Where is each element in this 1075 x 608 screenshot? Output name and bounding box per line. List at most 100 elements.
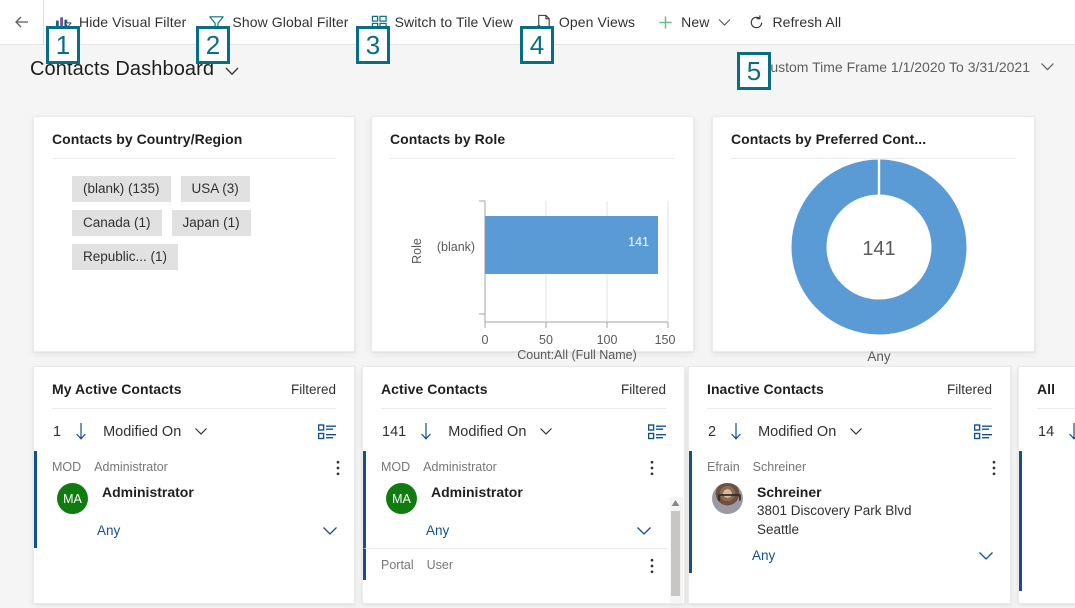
list-scroll-region: MOD Administrator MA Administrator Any P… (363, 451, 668, 580)
chevron-down-icon[interactable] (978, 551, 994, 561)
record-meta-left: MOD (381, 460, 411, 474)
more-options-icon[interactable] (336, 460, 340, 481)
annotation-badge-3: 3 (356, 26, 390, 64)
x-tick-label: 100 (597, 333, 618, 347)
scroll-up-arrow-icon[interactable] (671, 499, 680, 507)
record-footer[interactable]: Any (381, 514, 654, 540)
card-header: My Active Contacts Filtered (34, 367, 354, 397)
list-layout-icon[interactable] (318, 423, 337, 440)
cmd-new[interactable]: New (646, 0, 711, 45)
record-body: MA Administrator (381, 483, 654, 514)
card-header: Active Contacts Filtered (363, 367, 684, 397)
scrollbar-thumb[interactable] (671, 511, 680, 596)
list-layout-icon[interactable] (974, 423, 993, 440)
card-title: Contacts by Role (390, 131, 506, 147)
more-options-icon[interactable] (650, 460, 654, 481)
list-toolbar: 1 Modified On (34, 409, 354, 451)
sort-descending-arrow-icon[interactable] (1067, 422, 1075, 441)
list-layout-icon[interactable] (648, 423, 667, 440)
more-options-icon[interactable] (650, 558, 654, 579)
cmd-label: New (681, 14, 710, 30)
country-tag-list: (blank) (135) USA (3) Canada (1) Japan (… (34, 159, 302, 270)
y-tick-label: (blank) (437, 240, 475, 254)
record-meta-left: MOD (52, 460, 82, 474)
chevron-down-icon[interactable] (539, 427, 553, 436)
card-title: Contacts by Country/Region (52, 131, 243, 147)
chevron-down-icon[interactable] (849, 427, 863, 436)
cmd-refresh-all[interactable]: Refresh All (737, 0, 852, 45)
list-item[interactable]: MOD Administrator MA Administrator Any (34, 451, 354, 548)
list-item[interactable]: Portal User (363, 548, 668, 580)
country-tag[interactable]: USA (3) (180, 176, 250, 202)
record-name: Administrator (431, 484, 523, 500)
more-options-icon[interactable] (992, 460, 996, 481)
record-body: MA Administrator (52, 483, 340, 514)
country-tag[interactable]: Republic... (1) (72, 244, 179, 270)
donut-chart-svg: 141 Any (791, 159, 967, 364)
record-count: 141 (382, 423, 407, 440)
country-tag[interactable]: Japan (1) (171, 210, 251, 236)
cmd-label: Open Views (558, 14, 636, 30)
list-scrollbar[interactable] (670, 497, 683, 603)
filtered-label: Filtered (620, 382, 666, 397)
record-meta: Efrain Schreiner (707, 460, 996, 474)
record-meta-right: Administrator (94, 460, 168, 474)
chevron-down-icon[interactable] (194, 427, 208, 436)
card-title: Inactive Contacts (707, 381, 824, 397)
y-axis-label: Role (410, 238, 424, 264)
card-header: All (1019, 367, 1075, 397)
plus-icon (659, 15, 672, 29)
list-item[interactable] (1019, 451, 1075, 591)
avatar: MA (57, 483, 88, 514)
dashboard-selector-caret[interactable] (224, 64, 240, 82)
card-title: Contacts by Preferred Cont... (731, 131, 927, 147)
record-count: 2 (708, 423, 717, 440)
record-meta-right: User (426, 558, 454, 572)
list-item[interactable]: MOD Administrator MA Administrator Any (363, 451, 668, 548)
svg-text:141: 141 (628, 235, 649, 249)
time-frame-selector[interactable]: Custom Time Frame 1/1/2020 To 3/31/2021 (760, 59, 1055, 75)
cmd-label: Switch to Tile View (394, 14, 513, 30)
list-item[interactable]: Efrain Schreiner Schreiner 3801 Discover… (689, 451, 1010, 574)
kebab-menu-icon (336, 460, 340, 476)
new-dropdown-caret[interactable] (711, 0, 737, 45)
avatar: MA (386, 483, 417, 514)
record-meta: Portal User (381, 558, 654, 572)
card-contacts-by-role: Contacts by Role 141 0 50 100 150 Count:… (371, 116, 694, 362)
chevron-down-icon (718, 18, 731, 26)
record-footer[interactable]: Any (707, 539, 996, 565)
chevron-down-icon[interactable] (322, 526, 338, 536)
kebab-menu-icon (650, 460, 654, 476)
sort-descending-arrow-icon[interactable] (729, 422, 743, 441)
time-frame-label: Custom Time Frame 1/1/2020 To 3/31/2021 (760, 59, 1030, 75)
sort-field-label[interactable]: Modified On (758, 424, 836, 440)
refresh-icon (751, 14, 763, 28)
kebab-menu-icon (992, 460, 996, 476)
record-address-line: 3801 Discovery Park Blvd (757, 502, 912, 518)
record-name: Schreiner (757, 484, 822, 500)
card-header: Inactive Contacts Filtered (689, 367, 1010, 397)
card-header: Contacts by Country/Region (34, 117, 354, 147)
card-title: My Active Contacts (52, 381, 182, 397)
back-arrow-icon (14, 16, 28, 28)
dashboard-page: Hide Visual Filter Show Global Filter Sw… (0, 0, 1075, 608)
sort-field-label[interactable]: Modified On (448, 424, 526, 440)
donut-center-label: 141 (862, 238, 895, 260)
card-title: All (1037, 381, 1056, 397)
record-footer[interactable]: Any (52, 514, 340, 540)
country-tag[interactable]: Canada (1) (72, 210, 162, 236)
sort-descending-arrow-icon[interactable] (74, 422, 88, 441)
country-tag[interactable]: (blank) (135) (72, 176, 171, 202)
card-all-contacts: All 14 (1018, 366, 1075, 604)
sort-field-label[interactable]: Modified On (103, 424, 181, 440)
x-tick-label: 150 (655, 333, 676, 347)
x-axis-label: Count:All (Full Name) (517, 348, 636, 362)
annotation-badge-2: 2 (196, 26, 230, 64)
record-count: 1 (53, 423, 62, 440)
x-tick-label: 0 (482, 333, 489, 347)
sort-descending-arrow-icon[interactable] (419, 422, 433, 441)
card-contacts-by-country-region: Contacts by Country/Region (blank) (135)… (33, 116, 355, 352)
back-button[interactable] (0, 0, 44, 45)
chevron-down-icon[interactable] (636, 526, 652, 536)
cmd-label: Hide Visual Filter (79, 14, 187, 30)
